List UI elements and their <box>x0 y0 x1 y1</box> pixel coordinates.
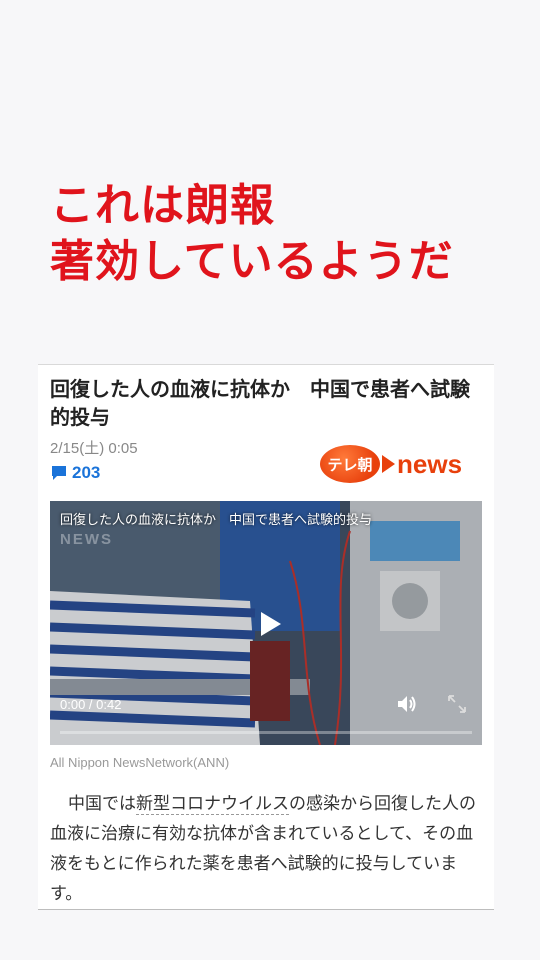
body-text-before: 中国では <box>68 794 136 814</box>
article-body: 中国では新型コロナウイルスの感染から回復した人の血液に治療に有効な抗体が含まれて… <box>50 789 486 909</box>
headline-line-1: これは朗報 <box>50 180 275 231</box>
comment-count-button[interactable]: 203 <box>50 463 100 483</box>
fullscreen-icon[interactable] <box>446 693 468 715</box>
logo-arrow-icon <box>382 455 395 473</box>
headline-line-2: 著効しているようだ <box>50 236 454 287</box>
article-card: 回復した人の血液に抗体か 中国で患者へ試験的投与 2/15(土) 0:05 20… <box>38 364 494 910</box>
article-source: All Nippon NewsNetwork(ANN) <box>50 755 230 770</box>
volume-icon[interactable] <box>396 693 418 715</box>
tv-asahi-news-logo: テレ朝 news <box>320 445 462 483</box>
article-date: 2/15(土) 0:05 <box>50 440 138 457</box>
video-watermark: NEWS <box>60 531 113 548</box>
overlay-headline: これは朗報 著効しているようだ <box>50 178 454 290</box>
play-icon[interactable] <box>252 607 286 641</box>
comment-icon <box>52 466 66 480</box>
comment-count: 203 <box>72 463 101 482</box>
topic-link[interactable]: 新型コロナウイルス <box>136 794 289 815</box>
logo-badge: テレ朝 <box>320 445 380 483</box>
video-time: 0:00 / 0:42 <box>60 697 122 712</box>
video-player[interactable]: 回復した人の血液に抗体か 中国で患者へ試験的投与 NEWS 0:00 / 0:4… <box>50 501 482 745</box>
logo-word: news <box>397 448 463 479</box>
video-caption: 回復した人の血液に抗体か 中国で患者へ試験的投与 <box>60 513 373 528</box>
article-title[interactable]: 回復した人の血液に抗体か 中国で患者へ試験的投与 <box>50 375 486 431</box>
video-progress-bar[interactable] <box>60 731 472 734</box>
